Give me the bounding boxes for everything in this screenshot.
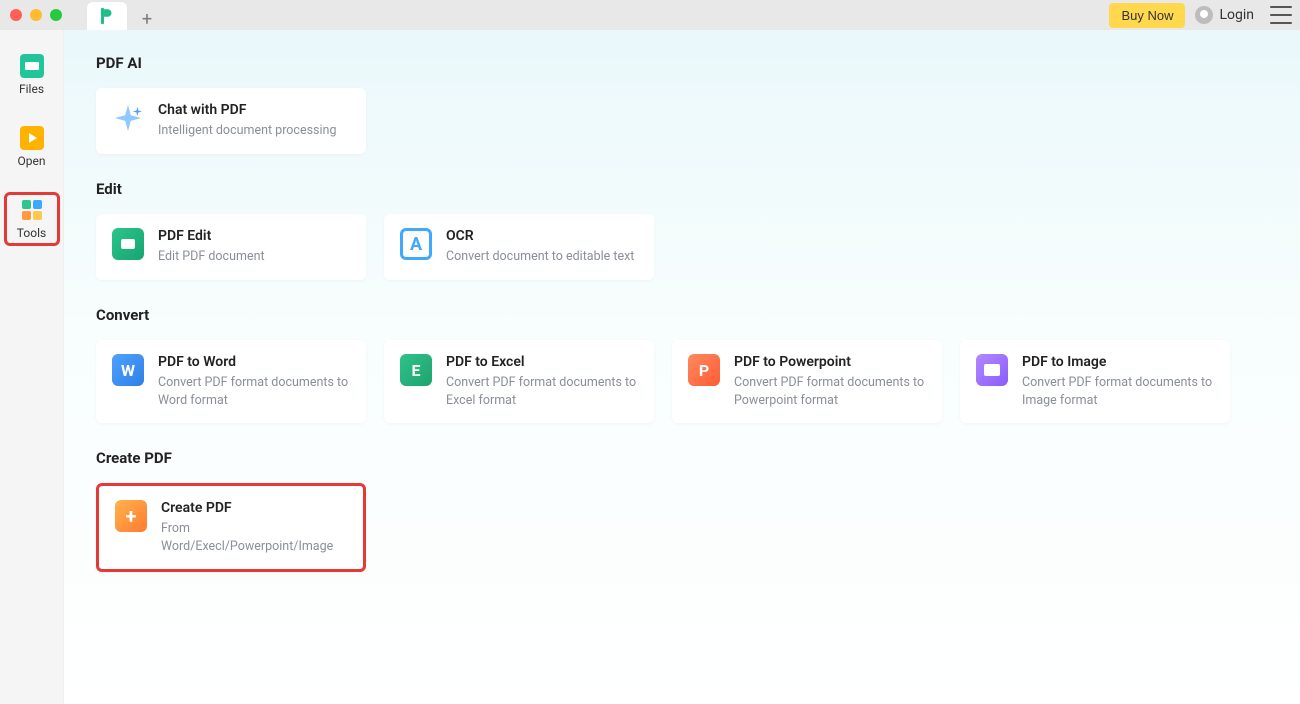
card-pdf-to-word[interactable]: W PDF to Word Convert PDF format documen…: [96, 340, 366, 423]
pdf-edit-icon: [112, 228, 144, 260]
image-icon: [976, 354, 1008, 386]
card-title: PDF to Word: [158, 354, 350, 370]
excel-icon: E: [400, 354, 432, 386]
files-icon: [20, 54, 44, 78]
app-logo-icon: [98, 7, 116, 25]
section-heading-create: Create PDF: [96, 449, 1276, 467]
card-subtitle: Convert PDF format documents to Image fo…: [1022, 374, 1214, 409]
card-pdf-edit[interactable]: PDF Edit Edit PDF document: [96, 214, 366, 280]
card-title: Chat with PDF: [158, 102, 336, 118]
card-title: OCR: [446, 228, 634, 244]
sidebar-item-open[interactable]: Open: [6, 122, 58, 172]
titlebar: + Buy Now Login: [0, 0, 1300, 30]
card-subtitle: Intelligent document processing: [158, 122, 336, 140]
card-subtitle: Edit PDF document: [158, 248, 265, 266]
buy-now-button[interactable]: Buy Now: [1109, 3, 1185, 28]
card-chat-with-pdf[interactable]: Chat with PDF Intelligent document proce…: [96, 88, 366, 154]
tabbar: +: [87, 0, 167, 30]
card-ocr[interactable]: A OCR Convert document to editable text: [384, 214, 654, 280]
card-title: PDF to Powerpoint: [734, 354, 926, 370]
sidebar: Files Open Tools: [0, 30, 64, 704]
main-content: PDF AI Chat with PDF Intelligent documen…: [64, 30, 1300, 704]
ai-sparkle-icon: [112, 102, 144, 134]
card-title: Create PDF: [161, 500, 347, 516]
card-title: PDF Edit: [158, 228, 265, 244]
open-icon: [20, 126, 44, 150]
minimize-window-icon[interactable]: [30, 9, 42, 21]
maximize-window-icon[interactable]: [50, 9, 62, 21]
card-pdf-to-powerpoint[interactable]: P PDF to Powerpoint Convert PDF format d…: [672, 340, 942, 423]
sidebar-item-files[interactable]: Files: [6, 50, 58, 100]
sidebar-item-label: Open: [18, 154, 46, 168]
tab-home[interactable]: [87, 2, 127, 30]
card-subtitle: Convert PDF format documents to Excel fo…: [446, 374, 638, 409]
ocr-icon: A: [400, 228, 432, 260]
tools-icon: [20, 198, 44, 222]
powerpoint-icon: P: [688, 354, 720, 386]
card-create-pdf[interactable]: + Create PDF From Word/Execl/Powerpoint/…: [96, 483, 366, 572]
login-label: Login: [1219, 7, 1254, 23]
card-title: PDF to Image: [1022, 354, 1214, 370]
card-subtitle: Convert document to editable text: [446, 248, 634, 266]
card-pdf-to-excel[interactable]: E PDF to Excel Convert PDF format docume…: [384, 340, 654, 423]
sidebar-item-tools[interactable]: Tools: [6, 194, 58, 244]
card-title: PDF to Excel: [446, 354, 638, 370]
card-subtitle: From Word/Execl/Powerpoint/Image: [161, 520, 347, 555]
create-pdf-icon: +: [115, 500, 147, 532]
sidebar-item-label: Files: [19, 82, 44, 96]
card-pdf-to-image[interactable]: PDF to Image Convert PDF format document…: [960, 340, 1230, 423]
menu-icon[interactable]: [1270, 6, 1292, 24]
section-heading-pdf-ai: PDF AI: [96, 54, 1276, 72]
card-subtitle: Convert PDF format documents to Word for…: [158, 374, 350, 409]
close-window-icon[interactable]: [10, 9, 22, 21]
word-icon: W: [112, 354, 144, 386]
login-button[interactable]: Login: [1195, 6, 1254, 24]
section-heading-edit: Edit: [96, 180, 1276, 198]
traffic-lights[interactable]: [10, 9, 62, 21]
avatar-icon: [1195, 6, 1213, 24]
sidebar-item-label: Tools: [17, 226, 46, 240]
card-subtitle: Convert PDF format documents to Powerpoi…: [734, 374, 926, 409]
new-tab-button[interactable]: +: [127, 9, 167, 30]
section-heading-convert: Convert: [96, 306, 1276, 324]
